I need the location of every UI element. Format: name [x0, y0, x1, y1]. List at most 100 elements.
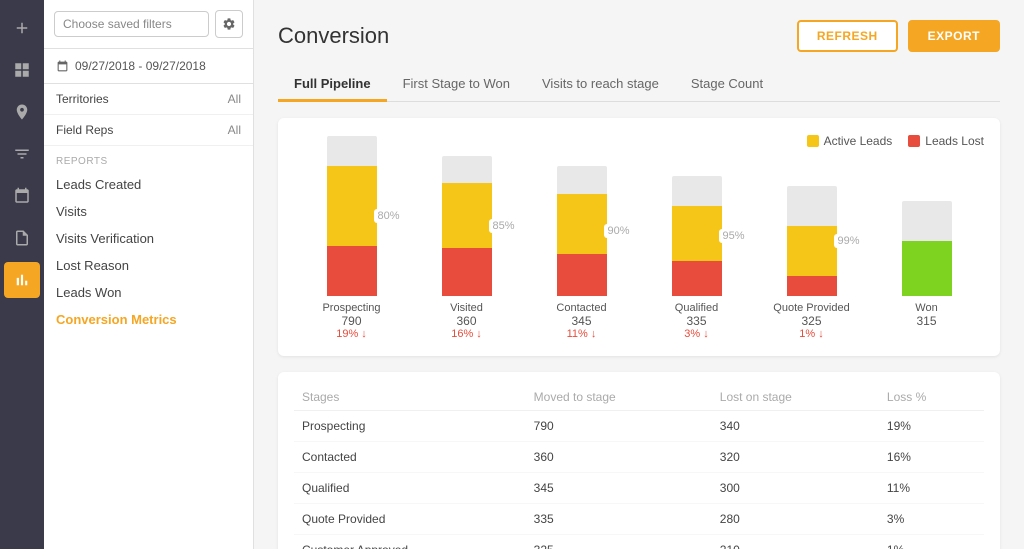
grid-icon[interactable] — [4, 52, 40, 88]
bar-change-quote: 1% ↓ — [799, 328, 823, 340]
report-visits-verification[interactable]: Visits Verification — [56, 225, 241, 252]
territories-value: All — [228, 92, 241, 106]
date-range: 09/27/2018 - 09/27/2018 — [44, 49, 253, 84]
bar-prospecting: 80% Prospecting 790 19% ↓ — [294, 136, 409, 340]
field-reps-row: Field Reps All — [44, 115, 253, 146]
stage-lost: 340 — [712, 411, 879, 442]
legend-active-leads: Active Leads — [807, 134, 893, 148]
report-conversion-metrics[interactable]: Conversion Metrics — [56, 306, 241, 333]
export-button[interactable]: EXPORT — [908, 20, 1000, 52]
bar-count-prospecting: 790 — [341, 314, 361, 328]
report-leads-created[interactable]: Leads Created — [56, 171, 241, 198]
stage-pct: 16% — [879, 442, 984, 473]
stage-name: Quote Provided — [294, 504, 526, 535]
filter-icon[interactable] — [4, 136, 40, 172]
refresh-button[interactable]: REFRESH — [797, 20, 898, 52]
legend-leads-lost: Leads Lost — [908, 134, 984, 148]
stage-pct: 3% — [879, 504, 984, 535]
doc-icon[interactable] — [4, 220, 40, 256]
sidebar-filter-row: Choose saved filters — [44, 0, 253, 49]
tab-stage-count[interactable]: Stage Count — [675, 68, 779, 102]
col-lost: Lost on stage — [712, 384, 879, 411]
bar-won: Won 315 - — [869, 201, 984, 340]
legend-active-label: Active Leads — [824, 134, 893, 148]
stage-lost: 210 — [712, 535, 879, 549]
plus-icon[interactable] — [4, 10, 40, 46]
bar-pct-qualified: 95% — [719, 229, 747, 243]
stage-moved: 360 — [526, 442, 712, 473]
bar-count-visited: 360 — [456, 314, 476, 328]
territories-label: Territories — [56, 92, 109, 106]
bar-contacted: 90% Contacted 345 11% ↓ — [524, 166, 639, 340]
bar-label-quote: Quote Provided — [773, 302, 849, 314]
report-visits[interactable]: Visits — [56, 198, 241, 225]
stage-name: Customer Approved — [294, 535, 526, 549]
field-reps-label: Field Reps — [56, 123, 113, 137]
stage-pct: 11% — [879, 473, 984, 504]
table-row: Customer Approved 325 210 1% — [294, 535, 984, 549]
bar-label-visited: Visited — [450, 302, 483, 314]
bar-label-prospecting: Prospecting — [322, 302, 380, 314]
col-moved: Moved to stage — [526, 384, 712, 411]
territories-row: Territories All — [44, 84, 253, 115]
bar-change-won: - — [925, 328, 929, 340]
pin-icon[interactable] — [4, 94, 40, 130]
col-stages: Stages — [294, 384, 526, 411]
stage-pct: 19% — [879, 411, 984, 442]
bar-label-contacted: Contacted — [556, 302, 606, 314]
tab-visits-to-reach-stage[interactable]: Visits to reach stage — [526, 68, 675, 102]
bar-label-won: Won — [915, 302, 937, 314]
bar-label-qualified: Qualified — [675, 302, 718, 314]
table-row: Contacted 360 320 16% — [294, 442, 984, 473]
stage-moved: 790 — [526, 411, 712, 442]
stages-table: Stages Moved to stage Lost on stage Loss… — [294, 384, 984, 549]
bar-chart: 80% Prospecting 790 19% ↓ 85% V — [294, 160, 984, 340]
legend-lost-label: Leads Lost — [925, 134, 984, 148]
bar-pct-quote: 99% — [834, 234, 862, 248]
bar-quote-provided: 99% Quote Provided 325 1% ↓ — [754, 186, 869, 340]
stage-name: Prospecting — [294, 411, 526, 442]
reports-section-label: REPORTS — [56, 156, 241, 167]
saved-filters-select[interactable]: Choose saved filters — [54, 11, 209, 37]
stage-moved: 335 — [526, 504, 712, 535]
tabs-bar: Full Pipeline First Stage to Won Visits … — [278, 68, 1000, 102]
bar-change-prospecting: 19% ↓ — [336, 328, 367, 340]
filter-gear-button[interactable] — [215, 10, 243, 38]
bar-pct-visited: 85% — [489, 219, 517, 233]
chart-icon[interactable] — [4, 262, 40, 298]
bar-count-quote: 325 — [801, 314, 821, 328]
stage-moved: 345 — [526, 473, 712, 504]
bar-count-won: 315 — [916, 314, 936, 328]
header-actions: REFRESH EXPORT — [797, 20, 1000, 52]
stage-lost: 320 — [712, 442, 879, 473]
bar-count-qualified: 335 — [686, 314, 706, 328]
table-card: Stages Moved to stage Lost on stage Loss… — [278, 372, 1000, 549]
bar-change-contacted: 11% ↓ — [567, 328, 597, 340]
bar-pct-contacted: 90% — [604, 224, 632, 238]
report-leads-won[interactable]: Leads Won — [56, 279, 241, 306]
bar-change-qualified: 3% ↓ — [684, 328, 708, 340]
field-reps-value: All — [228, 123, 241, 137]
bar-change-visited: 16% ↓ — [451, 328, 482, 340]
report-lost-reason[interactable]: Lost Reason — [56, 252, 241, 279]
stage-name: Qualified — [294, 473, 526, 504]
stage-pct: 1% — [879, 535, 984, 549]
chart-card: Active Leads Leads Lost 80% — [278, 118, 1000, 356]
legend-lost-dot — [908, 135, 920, 147]
page-header: Conversion REFRESH EXPORT — [278, 20, 1000, 52]
page-title: Conversion — [278, 23, 389, 49]
calendar-icon[interactable] — [4, 178, 40, 214]
bar-count-contacted: 345 — [571, 314, 591, 328]
icon-bar — [0, 0, 44, 549]
stage-moved: 325 — [526, 535, 712, 549]
main-content: Conversion REFRESH EXPORT Full Pipeline … — [254, 0, 1024, 549]
bar-pct-prospecting: 80% — [374, 209, 402, 223]
tab-full-pipeline[interactable]: Full Pipeline — [278, 68, 387, 102]
sidebar: Choose saved filters 09/27/2018 - 09/27/… — [44, 0, 254, 549]
bar-qualified: 95% Qualified 335 3% ↓ — [639, 176, 754, 340]
stage-lost: 280 — [712, 504, 879, 535]
reports-section: REPORTS Leads Created Visits Visits Veri… — [44, 146, 253, 337]
tab-first-stage-to-won[interactable]: First Stage to Won — [387, 68, 526, 102]
col-pct: Loss % — [879, 384, 984, 411]
date-range-text: 09/27/2018 - 09/27/2018 — [75, 59, 206, 73]
